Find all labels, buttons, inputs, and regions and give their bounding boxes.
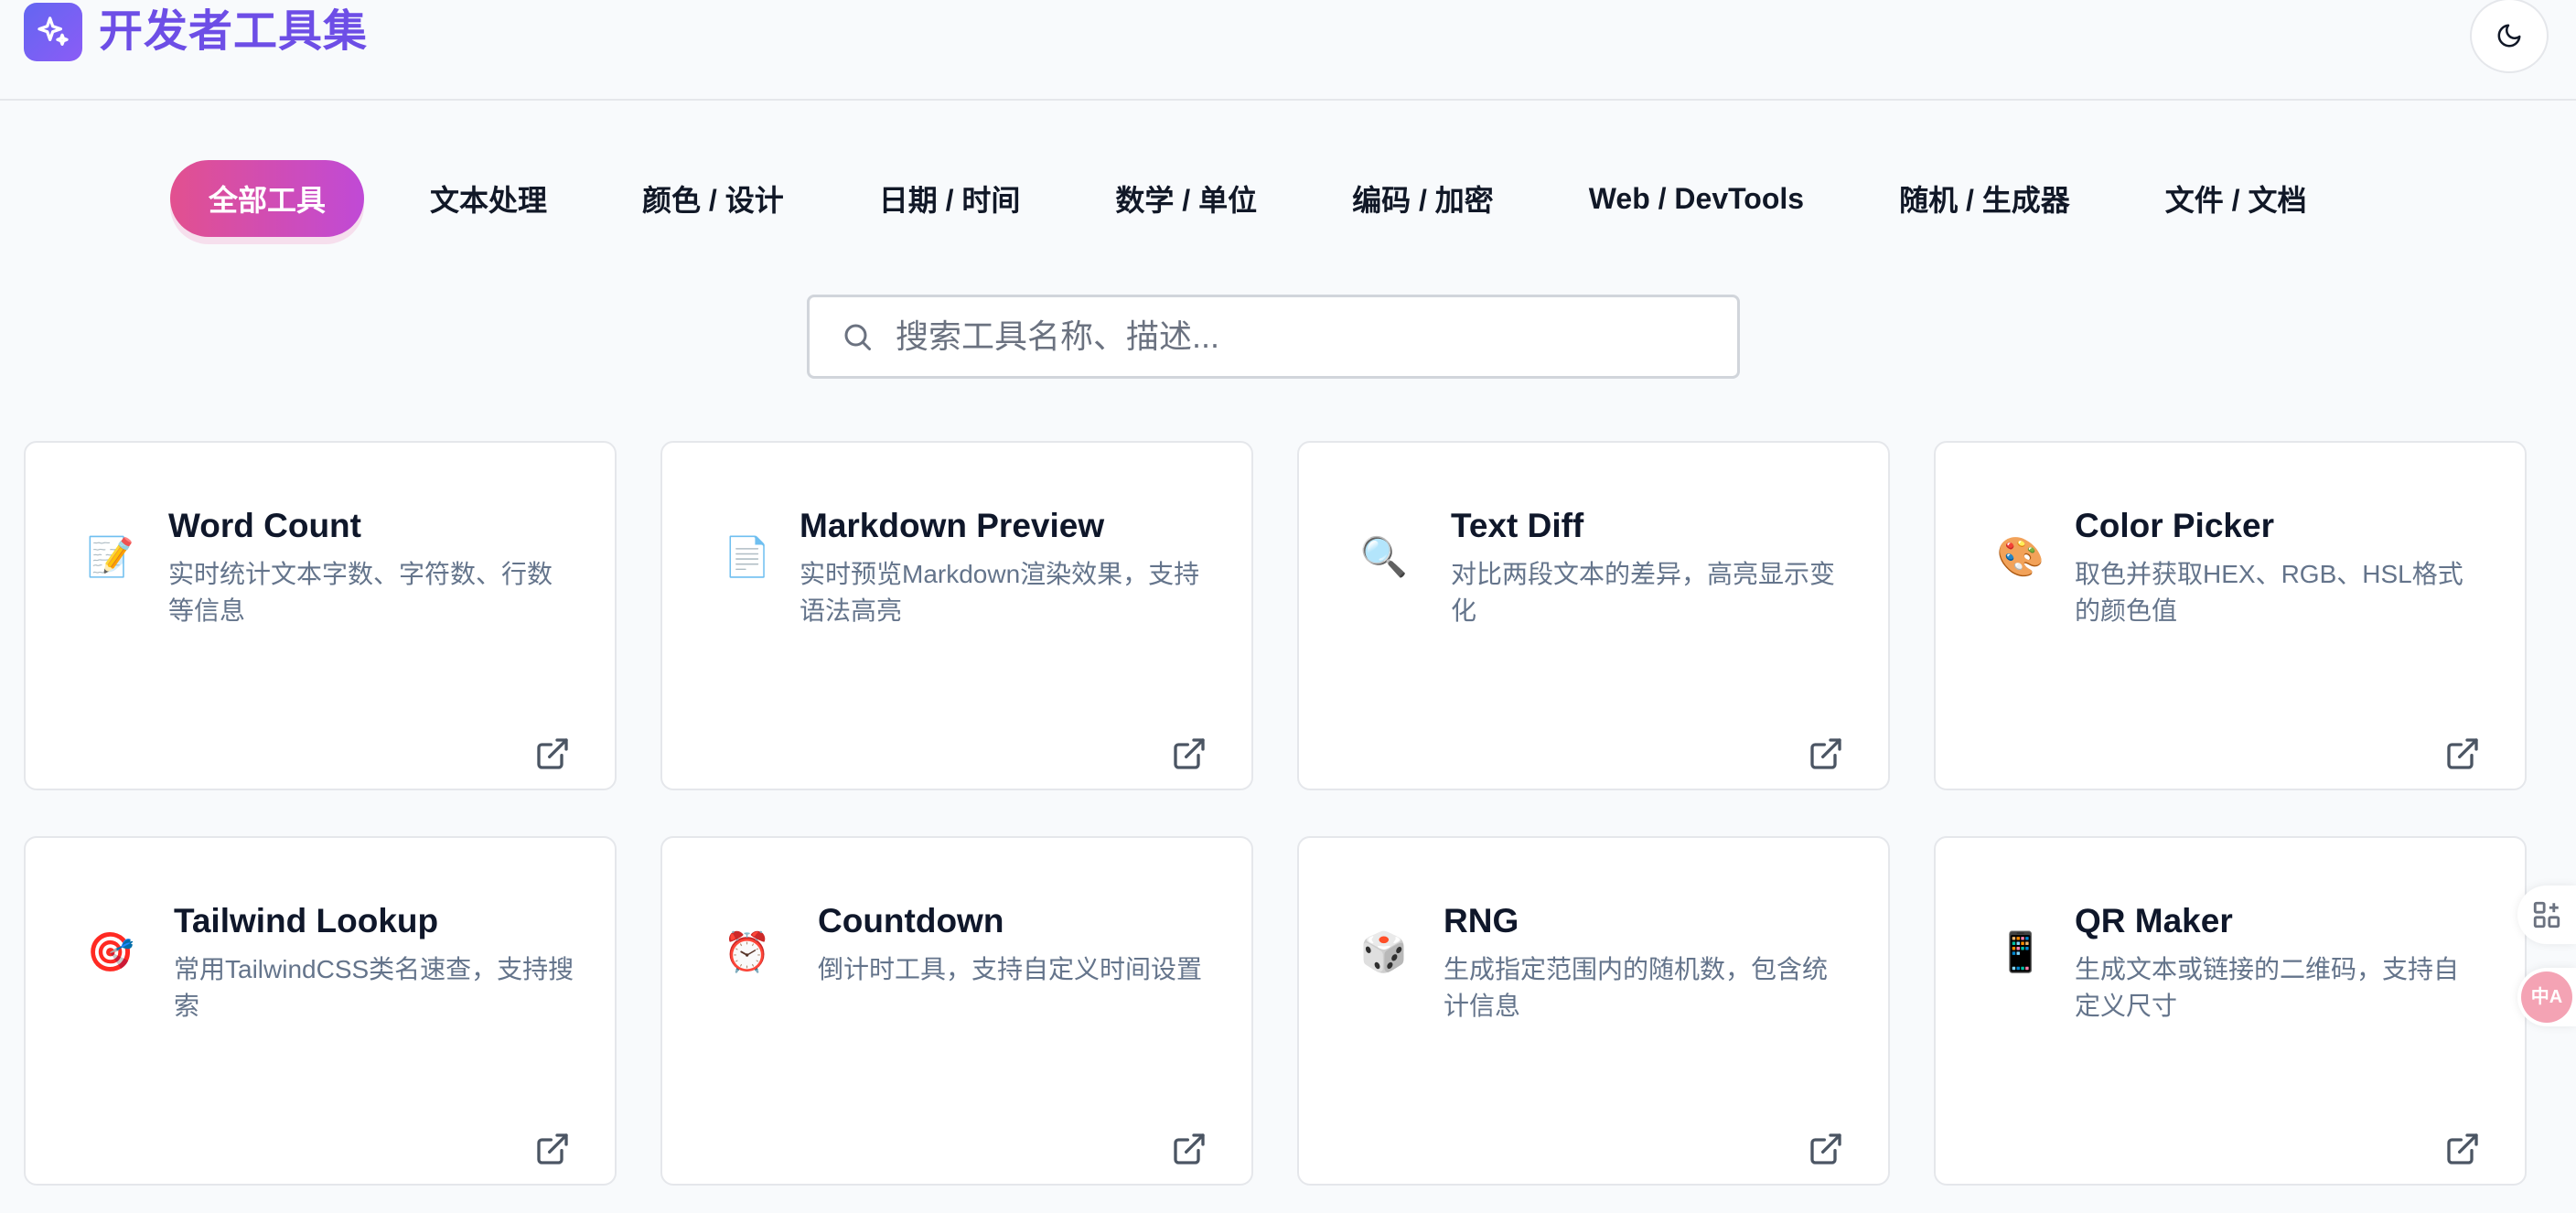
brand[interactable]: 开发者工具集 [24,0,368,64]
card-title: Markdown Preview [800,507,1105,544]
external-link-icon[interactable] [1171,735,1208,772]
tab-web-devtools[interactable]: Web / DevTools [1541,160,1852,237]
external-link-icon[interactable] [534,1131,571,1167]
tab-all-tools[interactable]: 全部工具 [170,160,365,237]
external-link-icon[interactable] [534,735,571,772]
tool-card-word-count[interactable]: 📝 Word Count 实时统计文本字数、字符数、行数等信息 [24,441,617,790]
sparkles-logo-icon [24,3,82,61]
dice-icon: 🎲 [1359,930,1409,973]
tab-files-docs[interactable]: 文件 / 文档 [2118,160,2355,237]
card-title: Tailwind Lookup [174,902,439,939]
alarm-clock-icon: ⏰ [723,930,772,973]
tab-text-processing[interactable]: 文本处理 [382,160,595,237]
side-translate-widget[interactable]: 中A [2517,968,2576,1026]
translate-icon: 中A [2521,971,2572,1023]
external-link-icon[interactable] [2444,1131,2481,1167]
card-title: RNG [1444,902,1519,939]
app-title: 开发者工具集 [99,7,369,56]
search-icon [839,318,875,355]
tab-random-generators[interactable]: 随机 / 生成器 [1852,160,2118,237]
document-icon: 📄 [723,535,772,578]
external-link-icon[interactable] [1171,1131,1208,1167]
tab-color-design[interactable]: 颜色 / 设计 [595,160,832,237]
tool-card-color-picker[interactable]: 🎨 Color Picker 取色并获取HEX、RGB、HSL格式的颜色值 [1934,441,2527,790]
top-header: 开发者工具集 [0,0,2576,101]
tab-math-units[interactable]: 数学 / 单位 [1068,160,1304,237]
search-input[interactable] [894,317,1721,357]
tool-card-rng[interactable]: 🎲 RNG 生成指定范围内的随机数，包含统计信息 [1297,836,1890,1186]
side-apps-widget[interactable] [2517,886,2576,944]
card-description: 实时预览Markdown渲染效果，支持语法高亮 [800,560,1200,625]
external-link-icon[interactable] [1808,1131,1844,1167]
card-description: 生成文本或链接的二维码，支持自定义尺寸 [2075,955,2460,1020]
palette-icon: 🎨 [1996,535,2045,578]
tool-card-qr-maker[interactable]: 📱 QR Maker 生成文本或链接的二维码，支持自定义尺寸 [1934,836,2527,1186]
target-icon: 🎯 [86,930,135,973]
tool-card-tailwind-lookup[interactable]: 🎯 Tailwind Lookup 常用TailwindCSS类名速查，支持搜索 [24,836,617,1186]
magnifier-icon: 🔍 [1359,535,1409,578]
card-title: Word Count [168,507,361,544]
tool-card-text-diff[interactable]: 🔍 Text Diff 对比两段文本的差异，高亮显示变化 [1297,441,1890,790]
grid-plus-icon [2533,901,2560,929]
tool-card-countdown[interactable]: ⏰ Countdown 倒计时工具，支持自定义时间设置 [660,836,1253,1186]
card-title: QR Maker [2075,902,2233,939]
theme-toggle-button[interactable] [2470,0,2549,73]
external-link-icon[interactable] [2444,735,2481,772]
card-description: 倒计时工具，支持自定义时间设置 [818,955,1203,983]
card-description: 取色并获取HEX、RGB、HSL格式的颜色值 [2075,560,2463,625]
search-box [807,295,1740,379]
external-link-icon[interactable] [1808,735,1844,772]
tab-encoding-crypto[interactable]: 编码 / 加密 [1304,160,1541,237]
card-title: Color Picker [2075,507,2274,544]
card-title: Countdown [818,902,1004,939]
memo-icon: 📝 [86,535,135,578]
card-title: Text Diff [1451,507,1584,544]
mobile-phone-icon: 📱 [1996,930,2045,973]
moon-icon [2497,24,2521,48]
tool-card-markdown-preview[interactable]: 📄 Markdown Preview 实时预览Markdown渲染效果，支持语法… [660,441,1253,790]
card-description: 常用TailwindCSS类名速查，支持搜索 [174,955,574,1020]
category-tabs: 全部工具 文本处理 颜色 / 设计 日期 / 时间 数学 / 单位 编码 / 加… [170,159,2354,238]
card-description: 生成指定范围内的随机数，包含统计信息 [1444,955,1829,1020]
tab-date-time[interactable]: 日期 / 时间 [832,160,1068,237]
card-description: 实时统计文本字数、字符数、行数等信息 [168,560,553,625]
card-description: 对比两段文本的差异，高亮显示变化 [1451,560,1836,625]
